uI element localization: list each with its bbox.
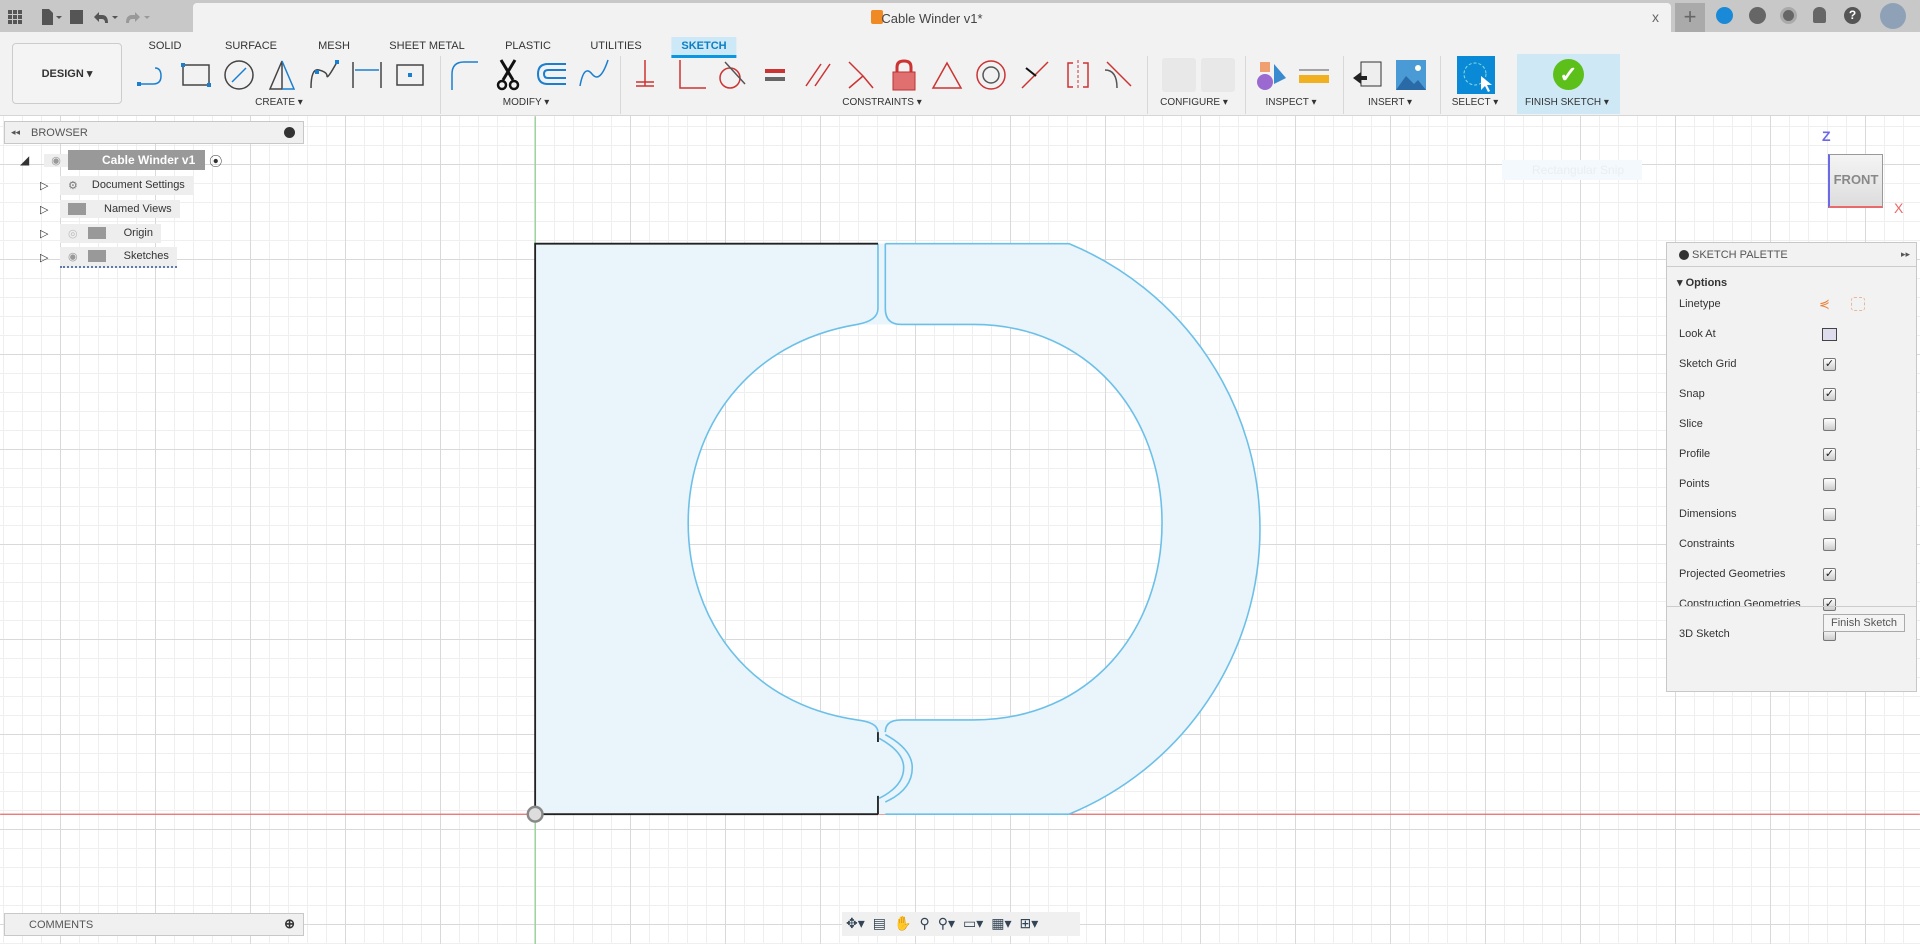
- hidden-eye-icon[interactable]: ◎: [68, 227, 78, 240]
- folder-icon: [68, 203, 86, 215]
- add-comment-icon[interactable]: ⊕: [284, 916, 295, 932]
- options-section-toggle[interactable]: ▾ Options: [1677, 276, 1727, 289]
- pan-hand-icon[interactable]: ✋: [894, 915, 911, 932]
- ghost-tooltip: Rectangular Snip: [1502, 160, 1642, 180]
- look-at-icon[interactable]: [1822, 328, 1837, 341]
- checkbox-sketch-grid[interactable]: ✓: [1823, 358, 1836, 371]
- construction-linetype-icon[interactable]: ⋞: [1819, 296, 1830, 312]
- item-label: Sketches: [123, 249, 169, 262]
- expand-triangle-icon[interactable]: ▷: [40, 179, 60, 192]
- option-label-dimensions: Dimensions: [1679, 508, 1737, 520]
- browser-root-item[interactable]: ◢ ◉ Cable Winder v1 ⦿: [20, 150, 222, 170]
- origin-point[interactable]: [526, 805, 544, 823]
- palette-title: SKETCH PALETTE: [1692, 249, 1788, 261]
- display-settings-icon[interactable]: ▭▾: [963, 915, 983, 932]
- checkbox-dimensions[interactable]: [1823, 508, 1836, 521]
- viewports-icon[interactable]: ⊞▾: [1020, 915, 1039, 932]
- browser-item-named-views[interactable]: ▷ Named Views: [40, 199, 180, 219]
- option-label-snap: Snap: [1679, 388, 1705, 400]
- comments-title: COMMENTS: [29, 919, 94, 931]
- folder-icon: [87, 226, 106, 239]
- centerline-linetype-icon[interactable]: [1851, 297, 1865, 311]
- checkbox-points[interactable]: [1823, 478, 1836, 491]
- browser-panel-header[interactable]: ◂◂ BROWSER: [4, 121, 304, 144]
- browser-title: BROWSER: [31, 127, 88, 139]
- expand-triangle-icon[interactable]: ▷: [40, 227, 60, 240]
- section-label: Options: [1685, 277, 1728, 289]
- activate-radio-icon[interactable]: ⦿: [209, 151, 222, 170]
- expand-triangle-icon[interactable]: ▷: [40, 251, 60, 264]
- collapse-triangle-icon[interactable]: ◢: [20, 153, 44, 167]
- option-label-look-at: Look At: [1679, 328, 1716, 340]
- option-label-constraints: Constraints: [1679, 538, 1735, 550]
- viewcube-front-face[interactable]: FRONT: [1834, 172, 1879, 187]
- checkbox-projected-geometries[interactable]: ✓: [1823, 568, 1836, 581]
- item-label: Named Views: [104, 203, 172, 215]
- look-at-icon[interactable]: ▤: [873, 915, 886, 932]
- orbit-icon[interactable]: ✥▾: [846, 915, 865, 932]
- minimize-icon[interactable]: [284, 127, 295, 138]
- option-label-3d-sketch: 3D Sketch: [1679, 628, 1730, 640]
- visibility-eye-icon[interactable]: ◉: [44, 153, 68, 167]
- visibility-eye-icon[interactable]: ◉: [68, 250, 78, 263]
- collapse-icon[interactable]: [1679, 250, 1689, 260]
- fit-zoom-icon[interactable]: ⚲▾: [938, 915, 955, 932]
- expand-panel-icon[interactable]: ▸▸: [1901, 249, 1910, 260]
- sketch-palette-header[interactable]: SKETCH PALETTE ▸▸: [1667, 243, 1916, 267]
- viewcube-x-label: X: [1894, 200, 1904, 216]
- checkbox-slice[interactable]: [1823, 418, 1836, 431]
- browser-item-origin[interactable]: ▷ ◎ Origin: [40, 223, 161, 243]
- expand-triangle-icon[interactable]: ▷: [40, 203, 60, 216]
- option-label-points: Points: [1679, 478, 1710, 490]
- checkbox-constraints[interactable]: [1823, 538, 1836, 551]
- checkbox-snap[interactable]: ✓: [1823, 388, 1836, 401]
- sketch-profile-fill[interactable]: [535, 243, 1260, 815]
- option-label-slice: Slice: [1679, 418, 1703, 430]
- folder-icon: [87, 249, 106, 262]
- option-label-sketch-grid: Sketch Grid: [1679, 358, 1737, 370]
- option-label-construction-geometries: Construction Geometries: [1679, 598, 1801, 610]
- option-label-profile: Profile: [1679, 448, 1711, 460]
- viewcube[interactable]: FRONT: [1828, 154, 1883, 208]
- viewcube-z-label: Z: [1822, 128, 1831, 144]
- option-label-projected-geometries: Projected Geometries: [1679, 568, 1786, 580]
- finish-sketch-palette-button[interactable]: Finish Sketch: [1823, 614, 1905, 632]
- navigation-bar: ✥▾ ▤ ✋ ⚲ ⚲▾ ▭▾ ▦▾ ⊞▾: [842, 912, 1080, 936]
- comments-panel[interactable]: COMMENTS ⊕: [4, 913, 304, 936]
- root-component-label[interactable]: Cable Winder v1: [68, 150, 206, 170]
- sketch-palette: SKETCH PALETTE ▸▸ ▾ Options Linetype ⋞ Loo…: [1666, 242, 1917, 692]
- item-label: Document Settings: [91, 178, 185, 191]
- sketch-canvas[interactable]: Rectangular Snip Z FRONT X: [0, 116, 1920, 944]
- checkbox-profile[interactable]: ✓: [1823, 448, 1836, 461]
- gear-icon: ⚙: [68, 179, 78, 192]
- checkbox-construction-geometries[interactable]: ✓: [1823, 598, 1836, 611]
- browser-item-sketches[interactable]: ▷ ◉ Sketches: [40, 246, 177, 268]
- option-label-linetype: Linetype: [1679, 298, 1721, 310]
- item-label: Origin: [123, 226, 153, 239]
- browser-item-document-settings[interactable]: ▷ ⚙ Document Settings: [40, 175, 193, 195]
- zoom-icon[interactable]: ⚲: [919, 915, 929, 932]
- grid-settings-icon[interactable]: ▦▾: [991, 915, 1011, 932]
- collapse-panel-icon[interactable]: ◂◂: [11, 127, 20, 138]
